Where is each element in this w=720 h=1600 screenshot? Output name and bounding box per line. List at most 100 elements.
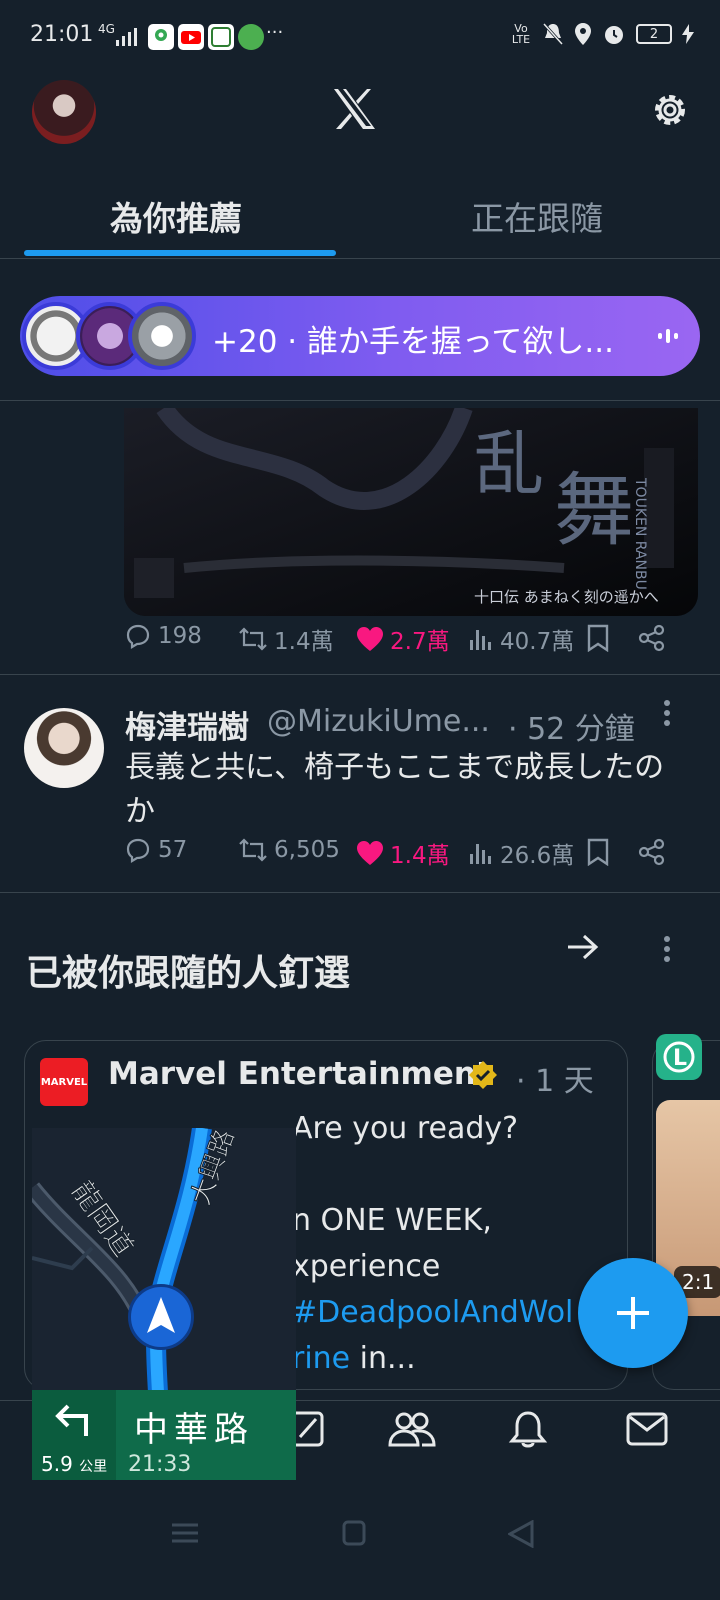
signal-icon xyxy=(116,28,138,46)
share-icon[interactable] xyxy=(638,838,666,866)
system-nav-bar xyxy=(0,1500,720,1600)
pinned-text-line: n ONE WEEK, xyxy=(292,1203,492,1238)
views-icon xyxy=(470,844,491,864)
media-caption: 十口伝 あまねく刻の遥かへ xyxy=(474,588,659,606)
pinned-author-name[interactable]: Marvel Entertainment xyxy=(108,1056,491,1092)
reply-count: 198 xyxy=(158,623,202,649)
battery-level: 2 xyxy=(649,26,659,42)
marvel-avatar[interactable]: MARVEL xyxy=(40,1058,88,1106)
turn-distance: 5.9 公里 xyxy=(41,1452,107,1476)
views-button[interactable]: 26.6萬 xyxy=(468,836,574,870)
like-button[interactable]: 1.4萬 xyxy=(356,836,450,870)
status-time: 21:01 xyxy=(30,22,94,47)
tweet-author-avatar[interactable] xyxy=(24,708,104,788)
repost-button[interactable]: 6,505 xyxy=(238,836,340,864)
share-icon[interactable] xyxy=(638,624,666,652)
svg-text:L: L xyxy=(673,1046,687,1071)
repost-count: 6,505 xyxy=(274,837,340,863)
tweet-author-handle: @MizukiUme... xyxy=(267,704,490,739)
views-count: 26.6萬 xyxy=(500,843,575,869)
turn-left-icon xyxy=(52,1398,96,1438)
pinned-timestamp: · 1 天 xyxy=(516,1064,594,1099)
tweet-timestamp: · 52 分鐘 xyxy=(508,712,635,747)
location-icon xyxy=(575,23,591,45)
pinned-text-line xyxy=(292,1152,612,1198)
mute-icon xyxy=(542,22,564,46)
tweet-divider xyxy=(0,674,720,675)
status-bar: 21:01 4G ··· Vo LTE 2 xyxy=(0,0,720,72)
bookmark-icon[interactable] xyxy=(586,838,610,866)
active-tab-indicator xyxy=(24,250,336,256)
reply-icon xyxy=(126,838,150,863)
messages-mail-icon[interactable] xyxy=(626,1411,668,1447)
arrival-eta: 21:33 xyxy=(128,1452,192,1477)
turn-distance-value: 5.9 xyxy=(41,1452,73,1476)
tweet-text: 長義と共に、椅子もここまで成長したのか xyxy=(125,750,665,829)
pinned-text-line: Are you ready? xyxy=(292,1111,519,1146)
views-count: 40.7萬 xyxy=(500,629,575,655)
turn-distance-unit: 公里 xyxy=(79,1459,108,1475)
spaces-divider xyxy=(0,400,720,401)
tweet-author-name[interactable]: 梅津瑞樹 xyxy=(125,702,249,747)
reply-button[interactable]: 57 xyxy=(124,836,187,864)
more-notifications: ··· xyxy=(266,22,284,43)
hashtag-link[interactable]: #DeadpoolAndWol xyxy=(292,1290,612,1336)
svg-text:乱: 乱 xyxy=(474,423,544,505)
marvel-logo-text: MARVEL xyxy=(40,1076,88,1088)
more-options-icon[interactable] xyxy=(662,698,672,728)
next-road-name: 中華路 xyxy=(134,1410,254,1450)
tabs-divider xyxy=(0,258,720,259)
profile-avatar[interactable] xyxy=(32,80,96,144)
gear-icon[interactable] xyxy=(650,90,690,130)
pinned-text-line: xperience xyxy=(292,1249,441,1284)
league-app-icon[interactable]: L xyxy=(656,1034,702,1080)
bookmark-icon[interactable] xyxy=(586,624,610,652)
chat-app-icon xyxy=(238,24,264,50)
tweet-media-image[interactable]: 乱 舞 TOUKEN RANBU 十口伝 あまねく刻の遥かへ xyxy=(124,408,698,616)
repost-count: 1.4萬 xyxy=(274,629,334,655)
youtube-app-icon xyxy=(178,24,204,50)
compose-fab-button[interactable] xyxy=(578,1258,688,1368)
pinned-section-title: 已被你跟隨的人釘選 xyxy=(26,953,351,994)
hashtag-link-cont[interactable]: rine xyxy=(292,1341,350,1376)
alarm-icon xyxy=(605,26,623,44)
repost-icon xyxy=(239,838,267,862)
svg-text:TOUKEN RANBU: TOUKEN RANBU xyxy=(632,477,648,590)
audio-wave-icon xyxy=(658,327,678,345)
volte-label: Vo LTE xyxy=(511,22,531,46)
arrow-right-icon[interactable] xyxy=(566,932,600,962)
recents-menu-icon[interactable] xyxy=(172,1522,198,1544)
maps-app-icon xyxy=(148,24,174,50)
tab-following[interactable]: 正在跟隨 xyxy=(471,192,603,240)
svg-text:舞: 舞 xyxy=(554,464,634,557)
verified-badge-icon xyxy=(468,1060,498,1090)
pinned-text-tail: in... xyxy=(350,1341,416,1376)
reply-button[interactable]: 198 xyxy=(124,622,202,650)
pinned-divider xyxy=(0,892,720,893)
reply-icon xyxy=(126,624,150,649)
spaces-title: +20 · 誰か手を握って欲し... xyxy=(212,324,614,360)
home-square-icon[interactable] xyxy=(342,1520,366,1546)
reply-count: 57 xyxy=(158,837,188,863)
views-button[interactable]: 40.7萬 xyxy=(468,622,574,656)
x-logo-icon[interactable] xyxy=(332,88,376,130)
heart-icon xyxy=(357,627,383,651)
status-right: Vo LTE 2 xyxy=(510,22,694,46)
pinned-tweet-text: Are you ready? n ONE WEEK, xperience #De… xyxy=(292,1106,612,1382)
like-button[interactable]: 2.7萬 xyxy=(356,622,450,656)
battery-icon: 2 xyxy=(636,24,672,44)
like-count: 1.4萬 xyxy=(390,843,450,869)
plus-icon xyxy=(617,1297,649,1329)
back-triangle-icon[interactable] xyxy=(508,1520,534,1548)
tab-for-you[interactable]: 為你推薦 xyxy=(110,192,242,240)
notifications-bell-icon[interactable] xyxy=(508,1409,548,1451)
navigation-position-icon xyxy=(128,1284,194,1350)
repost-button[interactable]: 1.4萬 xyxy=(238,622,334,656)
heart-icon xyxy=(357,841,383,865)
views-icon xyxy=(470,630,491,650)
communities-icon[interactable] xyxy=(388,1409,436,1449)
spaces-host-avatar-3 xyxy=(128,302,196,370)
charging-icon xyxy=(682,24,694,44)
more-options-icon[interactable] xyxy=(662,934,672,964)
network-label: 4G xyxy=(98,22,115,36)
